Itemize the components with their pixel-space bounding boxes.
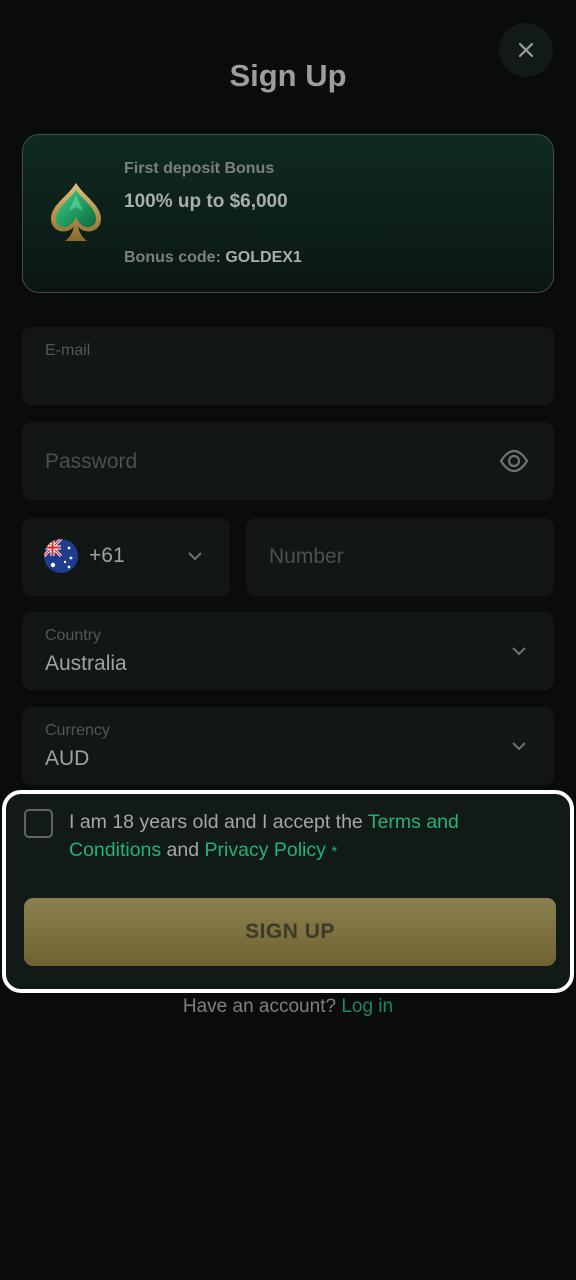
bonus-amount: 100% up to $6,000	[124, 191, 288, 212]
login-link[interactable]: Log in	[341, 996, 393, 1017]
country-select[interactable]: Country Australia	[22, 612, 554, 690]
country-code-select[interactable]: +61	[22, 518, 230, 596]
spade-icon	[47, 181, 105, 250]
phone-placeholder: Number	[269, 545, 344, 568]
consent-panel: I am 18 years old and I accept the Terms…	[2, 790, 574, 993]
consent-text: I am 18 years old and I accept the Terms…	[69, 808, 509, 866]
email-field[interactable]: E-mail	[22, 327, 554, 405]
bonus-code-value: GOLDEX1	[225, 249, 302, 266]
bonus-code-label: Bonus code:	[124, 249, 221, 266]
signup-button[interactable]: SIGN UP	[24, 898, 556, 966]
signup-screen: Sign Up First deposit Bonus 100% up to $…	[0, 0, 576, 1280]
chevron-down-icon	[512, 742, 526, 751]
australia-flag-icon	[44, 539, 78, 578]
password-field[interactable]: Password	[22, 422, 554, 500]
currency-select[interactable]: Currency AUD	[22, 707, 554, 785]
have-account-row: Have an account? Log in	[0, 996, 576, 1018]
country-value: Australia	[45, 652, 127, 675]
eye-icon[interactable]	[499, 448, 529, 479]
close-icon	[518, 42, 534, 58]
currency-label: Currency	[45, 722, 110, 739]
password-placeholder: Password	[45, 450, 138, 473]
consent-text-before: I am 18 years old and I accept the	[69, 811, 368, 833]
email-label: E-mail	[45, 342, 91, 359]
privacy-link[interactable]: Privacy Policy	[205, 839, 326, 861]
chevron-down-icon	[512, 647, 526, 656]
consent-text-between: and	[161, 839, 205, 861]
country-label: Country	[45, 627, 102, 644]
age-terms-checkbox[interactable]	[24, 809, 53, 838]
have-account-text: Have an account?	[182, 996, 337, 1017]
phone-code: +61	[89, 544, 125, 567]
required-mark: *	[331, 843, 338, 860]
chevron-down-icon	[188, 552, 202, 561]
currency-value: AUD	[45, 747, 90, 770]
bonus-card: First deposit Bonus 100% up to $6,000 Bo…	[22, 134, 554, 293]
phone-number-field[interactable]: Number	[246, 518, 554, 596]
page-title: Sign Up	[229, 58, 347, 93]
bonus-label: First deposit Bonus	[124, 160, 275, 177]
bonus-code: Bonus code: GOLDEX1	[124, 249, 302, 267]
